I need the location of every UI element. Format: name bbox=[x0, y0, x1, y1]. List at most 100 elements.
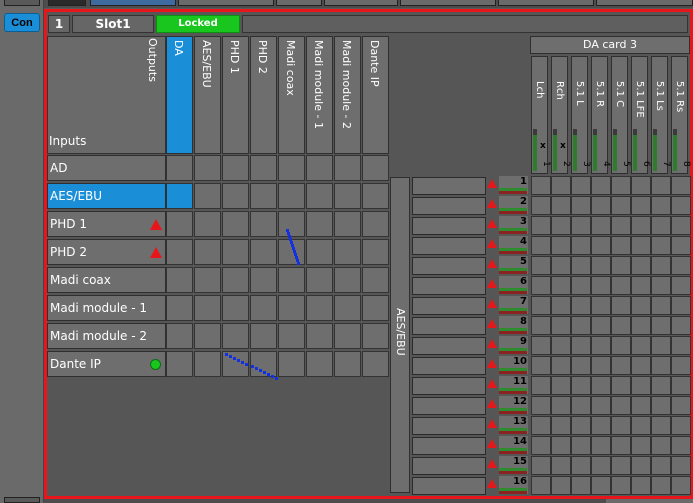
channel-crosspoint-cell[interactable] bbox=[571, 196, 591, 215]
source-channel-row[interactable]: 15 bbox=[411, 456, 529, 475]
output-header[interactable]: Madi module - 2 bbox=[334, 36, 361, 154]
channel-crosspoint-cell[interactable] bbox=[591, 436, 611, 455]
crosspoint-cell[interactable] bbox=[194, 323, 221, 349]
channel-crosspoint-cell[interactable] bbox=[551, 216, 571, 235]
channel-crosspoint-cell[interactable] bbox=[531, 216, 551, 235]
channel-crosspoint-cell[interactable] bbox=[531, 256, 551, 275]
channel-crosspoint-cell[interactable] bbox=[531, 276, 551, 295]
input-row-header[interactable]: AES/EBU bbox=[47, 183, 166, 209]
channel-crosspoint-cell[interactable] bbox=[531, 296, 551, 315]
channel-crosspoint-cell[interactable] bbox=[531, 376, 551, 395]
channel-crosspoint-cell[interactable] bbox=[631, 236, 651, 255]
top-tab-3[interactable] bbox=[178, 0, 274, 6]
channel-crosspoint-cell[interactable] bbox=[571, 316, 591, 335]
crosspoint-cell[interactable] bbox=[222, 295, 249, 321]
channel-crosspoint-cell[interactable] bbox=[571, 216, 591, 235]
channel-crosspoint-cell[interactable] bbox=[631, 296, 651, 315]
output-header[interactable]: AES/EBU bbox=[194, 36, 221, 154]
channel-crosspoint-cell[interactable] bbox=[531, 356, 551, 375]
channel-crosspoint-cell[interactable] bbox=[631, 196, 651, 215]
crosspoint-cell[interactable] bbox=[250, 295, 277, 321]
crosspoint-cell[interactable] bbox=[222, 183, 249, 209]
channel-crosspoint-cell[interactable] bbox=[531, 316, 551, 335]
channel-crosspoint-cell[interactable] bbox=[611, 176, 631, 195]
channel-crosspoint-cell[interactable] bbox=[651, 336, 671, 355]
crosspoint-cell[interactable] bbox=[278, 211, 305, 237]
rail-tab-bottom[interactable] bbox=[4, 497, 40, 503]
channel-crosspoint-cell[interactable] bbox=[631, 476, 651, 495]
source-channel-row[interactable]: 10 bbox=[411, 356, 529, 375]
top-tab-2[interactable] bbox=[90, 0, 176, 6]
channel-crosspoint-cell[interactable] bbox=[611, 336, 631, 355]
channel-crosspoint-cell[interactable] bbox=[671, 456, 691, 475]
da-channel-header[interactable]: 5.1 Rs 8 bbox=[671, 56, 691, 174]
channel-crosspoint-cell[interactable] bbox=[651, 276, 671, 295]
channel-crosspoint-cell[interactable] bbox=[671, 436, 691, 455]
crosspoint-cell[interactable] bbox=[278, 183, 305, 209]
output-header[interactable]: Dante IP bbox=[362, 36, 389, 154]
top-tab-5[interactable] bbox=[324, 0, 398, 6]
source-channel-row[interactable]: 9 bbox=[411, 336, 529, 355]
crosspoint-cell[interactable] bbox=[278, 267, 305, 293]
da-channel-header[interactable]: 5.1 Ls 7 bbox=[651, 56, 671, 174]
channel-crosspoint-cell[interactable] bbox=[651, 376, 671, 395]
crosspoint-cell[interactable] bbox=[250, 183, 277, 209]
crosspoint-cell[interactable] bbox=[166, 323, 193, 349]
channel-crosspoint-cell[interactable] bbox=[531, 236, 551, 255]
channel-crosspoint-cell[interactable] bbox=[591, 256, 611, 275]
channel-crosspoint-cell[interactable] bbox=[651, 476, 671, 495]
channel-crosspoint-cell[interactable] bbox=[611, 476, 631, 495]
da-channel-header[interactable]: 5.1 LFE 6 bbox=[631, 56, 651, 174]
input-row-header[interactable]: AD bbox=[47, 155, 166, 181]
source-channel-row[interactable]: 13 bbox=[411, 416, 529, 435]
crosspoint-cell[interactable] bbox=[194, 295, 221, 321]
crosspoint-cell[interactable] bbox=[362, 239, 389, 265]
channel-crosspoint-cell[interactable] bbox=[591, 376, 611, 395]
channel-crosspoint-cell[interactable] bbox=[611, 436, 631, 455]
channel-crosspoint-cell[interactable] bbox=[631, 336, 651, 355]
channel-crosspoint-cell[interactable] bbox=[631, 316, 651, 335]
channel-crosspoint-cell[interactable] bbox=[551, 336, 571, 355]
channel-crosspoint-cell[interactable] bbox=[631, 416, 651, 435]
input-row-header[interactable]: Madi module - 2 bbox=[47, 323, 166, 349]
channel-crosspoint-cell[interactable] bbox=[671, 296, 691, 315]
channel-crosspoint-cell[interactable] bbox=[671, 376, 691, 395]
crosspoint-cell[interactable] bbox=[222, 211, 249, 237]
crosspoint-cell[interactable] bbox=[166, 239, 193, 265]
crosspoint-cell[interactable] bbox=[362, 323, 389, 349]
channel-crosspoint-cell[interactable] bbox=[531, 456, 551, 475]
channel-crosspoint-cell[interactable] bbox=[611, 196, 631, 215]
input-row-header[interactable]: PHD 1 bbox=[47, 211, 166, 237]
input-row-header[interactable]: Madi module - 1 bbox=[47, 295, 166, 321]
channel-crosspoint-cell[interactable] bbox=[551, 396, 571, 415]
crosspoint-cell[interactable] bbox=[194, 211, 221, 237]
da-channel-header[interactable]: 5.1 L 3 bbox=[571, 56, 591, 174]
top-tab-4[interactable] bbox=[276, 0, 322, 6]
channel-crosspoint-cell[interactable] bbox=[591, 336, 611, 355]
crosspoint-cell[interactable] bbox=[222, 323, 249, 349]
channel-crosspoint-cell[interactable] bbox=[651, 256, 671, 275]
crosspoint-cell[interactable] bbox=[334, 295, 361, 321]
top-tab-7[interactable] bbox=[498, 0, 594, 6]
source-channel-row[interactable]: 5 bbox=[411, 256, 529, 275]
crosspoint-cell[interactable] bbox=[278, 155, 305, 181]
channel-crosspoint-cell[interactable] bbox=[651, 396, 671, 415]
channel-crosspoint-cell[interactable] bbox=[591, 476, 611, 495]
output-header[interactable]: PHD 2 bbox=[250, 36, 277, 154]
channel-crosspoint-cell[interactable] bbox=[631, 396, 651, 415]
channel-crosspoint-cell[interactable] bbox=[631, 276, 651, 295]
channel-crosspoint-cell[interactable] bbox=[651, 216, 671, 235]
channel-crosspoint-cell[interactable] bbox=[591, 396, 611, 415]
channel-crosspoint-cell[interactable] bbox=[611, 356, 631, 375]
channel-crosspoint-cell[interactable] bbox=[531, 196, 551, 215]
crosspoint-cell[interactable] bbox=[222, 267, 249, 293]
source-channel-row[interactable]: 2 bbox=[411, 196, 529, 215]
source-channel-row[interactable]: 14 bbox=[411, 436, 529, 455]
channel-crosspoint-cell[interactable] bbox=[531, 416, 551, 435]
channel-crosspoint-cell[interactable] bbox=[571, 356, 591, 375]
channel-crosspoint-cell[interactable] bbox=[651, 416, 671, 435]
channel-crosspoint-cell[interactable] bbox=[531, 336, 551, 355]
channel-crosspoint-cell[interactable] bbox=[531, 176, 551, 195]
channel-crosspoint-cell[interactable] bbox=[611, 456, 631, 475]
da-channel-header[interactable]: Lch x 1 bbox=[531, 56, 551, 174]
